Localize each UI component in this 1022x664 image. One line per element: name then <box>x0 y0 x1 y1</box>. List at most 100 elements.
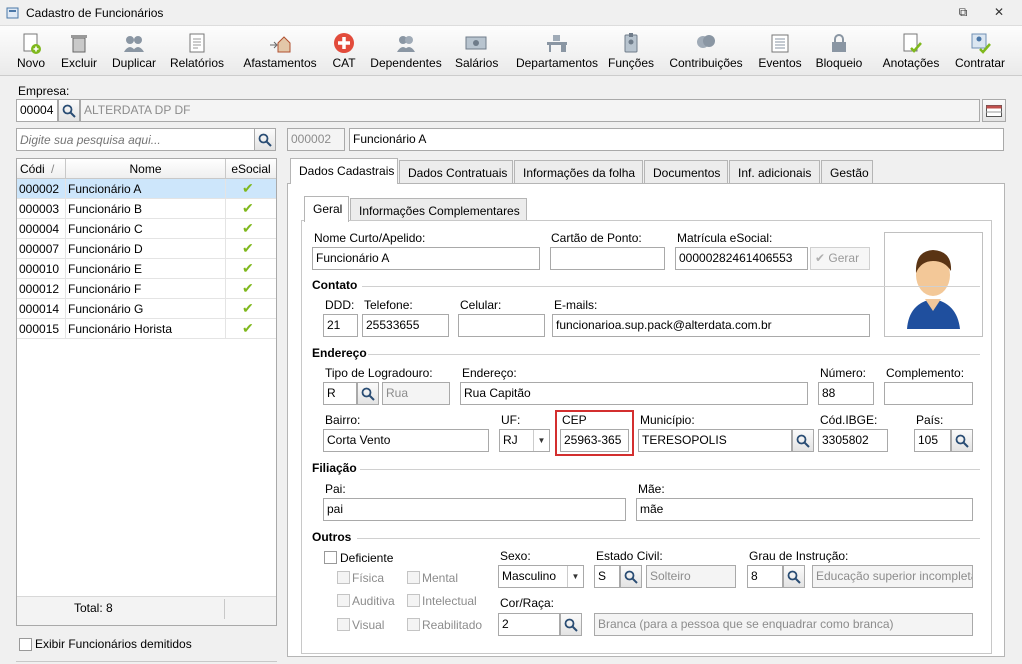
cep-field[interactable]: 25963-365 <box>560 429 629 452</box>
municipio-search-button[interactable] <box>792 429 814 452</box>
bairro-field[interactable]: Corta Vento <box>323 429 489 452</box>
municipio-field[interactable]: TERESOPOLIS <box>638 429 792 452</box>
toolbar-button-contribuições[interactable]: Contribuições <box>668 32 744 70</box>
estado-civil-code[interactable]: S <box>594 565 620 588</box>
deficiencia-label: Auditiva <box>352 594 395 608</box>
toolbar-button-relatórios[interactable]: Relatórios <box>170 32 224 70</box>
toolbar-button-novo[interactable]: Novo <box>16 32 46 70</box>
endereco-field[interactable]: Rua Capitão <box>460 382 808 405</box>
cor-code[interactable]: 2 <box>498 613 560 636</box>
empresa-search-button[interactable] <box>58 99 80 122</box>
pai-label: Pai: <box>325 482 346 496</box>
ddd-field[interactable]: 21 <box>323 314 358 337</box>
deficiencia-checkbox[interactable] <box>407 594 420 607</box>
emails-field[interactable]: funcionarioa.sup.pack@alterdata.com.br <box>552 314 870 337</box>
new-doc-icon <box>23 33 41 54</box>
table-row[interactable]: 000012 Funcionário F ✔ <box>17 279 276 299</box>
column-header-name[interactable]: Nome <box>66 159 226 179</box>
tab-0[interactable]: Dados Cadastrais <box>290 158 398 184</box>
toolbar-button-funções[interactable]: Funções <box>608 32 654 70</box>
grau-search-button[interactable] <box>783 565 805 588</box>
tab-5[interactable]: Gestão <box>821 160 873 184</box>
photo-frame[interactable] <box>884 232 983 337</box>
selected-name-field[interactable]: Funcionário A <box>349 128 1004 151</box>
pais-search-button[interactable] <box>951 429 973 452</box>
grau-label: Grau de Instrução: <box>749 549 849 563</box>
deficiencia-checkbox[interactable] <box>407 571 420 584</box>
table-row[interactable]: 000014 Funcionário G ✔ <box>17 299 276 319</box>
column-header-code[interactable]: Códi / <box>17 159 66 179</box>
pais-field[interactable]: 105 <box>914 429 951 452</box>
table-row[interactable]: 000015 Funcionário Horista ✔ <box>17 319 276 339</box>
search-icon <box>62 104 76 118</box>
pais-label: País: <box>916 413 944 427</box>
table-row[interactable]: 000007 Funcionário D ✔ <box>17 239 276 259</box>
sexo-select[interactable]: Masculino ▼ <box>498 565 584 588</box>
telefone-field[interactable]: 25533655 <box>362 314 449 337</box>
deficiencia-checkbox[interactable] <box>407 618 420 631</box>
show-dismissed-checkbox[interactable] <box>19 638 32 651</box>
mae-field[interactable]: mãe <box>636 498 973 521</box>
avatar-icon <box>907 250 960 329</box>
close-button[interactable]: ✕ <box>982 5 1016 19</box>
toolbar-button-excluir[interactable]: Excluir <box>61 32 97 70</box>
grau-code[interactable]: 8 <box>747 565 783 588</box>
deficiencia-checkbox[interactable] <box>337 571 350 584</box>
check-icon: ✔ <box>815 251 826 265</box>
estado-civil-search-button[interactable] <box>620 565 642 588</box>
restore-button[interactable]: ⧉ <box>946 5 980 20</box>
subtab-0[interactable]: Geral <box>304 196 349 222</box>
toolbar-button-duplicar[interactable]: Duplicar <box>111 32 157 70</box>
deficiencia-checkbox[interactable] <box>337 618 350 631</box>
tab-4[interactable]: Inf. adicionais <box>729 160 820 184</box>
uf-select[interactable]: RJ ▼ <box>499 429 550 452</box>
tab-2[interactable]: Informações da folha <box>514 160 643 184</box>
tab-3[interactable]: Documentos <box>644 160 728 184</box>
tipo-logradouro-search-button[interactable] <box>357 382 379 405</box>
gerar-button[interactable]: ✔ Gerar <box>810 247 870 270</box>
pai-field[interactable]: pai <box>323 498 626 521</box>
empresa-code-field[interactable]: 00004 <box>16 99 58 122</box>
matricula-field[interactable]: 00000282461406553 <box>675 247 808 270</box>
estado-civil-label: Estado Civil: <box>596 549 663 563</box>
celular-field[interactable] <box>458 314 545 337</box>
toolbar-button-afastamentos[interactable]: Afastamentos <box>242 32 318 70</box>
tab-1[interactable]: Dados Contratuais <box>399 160 513 184</box>
municipio-label: Município: <box>640 413 695 427</box>
selected-code-field: 000002 <box>287 128 345 151</box>
search-icon <box>361 387 375 401</box>
search-button[interactable] <box>254 128 276 151</box>
toolbar-button-salários[interactable]: Salários <box>455 32 498 70</box>
deficiente-checkbox[interactable] <box>324 551 337 564</box>
numero-field[interactable]: 88 <box>818 382 874 405</box>
row-name: Funcionário A <box>68 182 142 196</box>
table-row[interactable]: 000003 Funcionário B ✔ <box>17 199 276 219</box>
nome-curto-field[interactable]: Funcionário A <box>312 247 540 270</box>
people-icon <box>397 36 415 52</box>
deficiencia-label: Mental <box>422 571 459 585</box>
cartao-field[interactable] <box>550 247 665 270</box>
toolbar-button-cat[interactable]: CAT <box>331 32 357 70</box>
table-row[interactable]: 000010 Funcionário E ✔ <box>17 259 276 279</box>
toolbar-button-contratar[interactable]: Contratar <box>953 32 1007 70</box>
toolbar-button-departamentos[interactable]: Departamentos <box>511 32 603 70</box>
toolbar-button-dependentes[interactable]: Dependentes <box>370 32 442 70</box>
report-icon <box>189 33 205 53</box>
ibge-field[interactable]: 3305802 <box>818 429 888 452</box>
search-input[interactable] <box>16 128 255 151</box>
telefone-label: Telefone: <box>364 298 413 312</box>
empresa-grid-button[interactable] <box>982 99 1006 122</box>
table-row[interactable]: 000004 Funcionário C ✔ <box>17 219 276 239</box>
cor-search-button[interactable] <box>560 613 582 636</box>
table-row[interactable]: 000002 Funcionário A ✔ <box>17 179 276 199</box>
toolbar-button-anotações[interactable]: Anotações <box>881 32 941 70</box>
deficiencia-checkbox[interactable] <box>337 594 350 607</box>
subtab-1[interactable]: Informações Complementares <box>350 198 527 222</box>
row-code: 000015 <box>19 322 60 336</box>
column-header-esocial[interactable]: eSocial <box>226 159 276 179</box>
tipo-logradouro-code[interactable]: R <box>323 382 357 405</box>
complemento-field[interactable] <box>884 382 973 405</box>
toolbar-button-bloqueio[interactable]: Bloqueio <box>814 32 864 70</box>
row-name: Funcionário G <box>68 302 144 316</box>
toolbar-button-eventos[interactable]: Eventos <box>758 32 802 70</box>
